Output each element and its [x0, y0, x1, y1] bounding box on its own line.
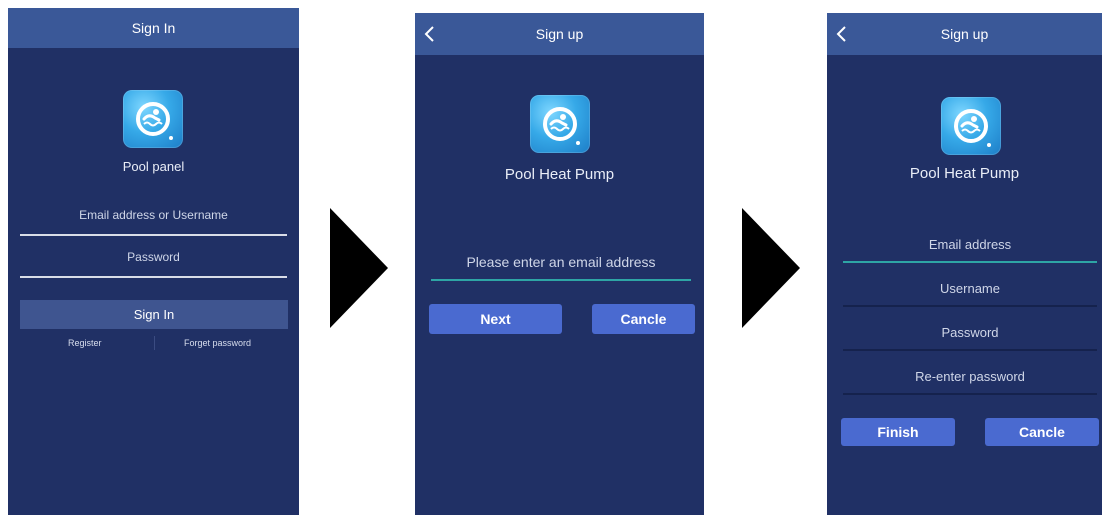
cancel-button[interactable]: Cancle: [985, 418, 1099, 446]
sign-in-button[interactable]: Sign In: [20, 300, 288, 329]
email-underline: [431, 279, 691, 281]
sign-up-topbar: Sign up: [415, 13, 704, 55]
email-placeholder: Please enter an email address: [466, 254, 656, 270]
username-placeholder: Username: [940, 281, 1000, 296]
sign-in-topbar: Sign In: [8, 8, 299, 48]
username-input[interactable]: Username: [843, 281, 1097, 307]
swimmer-icon: [543, 107, 580, 145]
password-placeholder: Password: [941, 325, 999, 340]
triangle-right-icon: [330, 208, 388, 328]
email-username-field[interactable]: Email address or Username: [20, 208, 287, 236]
app-logo: [941, 97, 1001, 155]
email-underline: [843, 261, 1097, 263]
forget-password-link[interactable]: Forget password: [184, 338, 251, 348]
finish-button-label: Finish: [877, 424, 919, 440]
next-button[interactable]: Next: [429, 304, 562, 334]
finish-button[interactable]: Finish: [841, 418, 955, 446]
chevron-left-icon[interactable]: [835, 25, 849, 43]
password-field[interactable]: Password: [20, 250, 287, 278]
page-title: Sign up: [535, 26, 584, 42]
cancel-button-label: Cancle: [1019, 424, 1065, 440]
page-title: Sign up: [940, 26, 989, 42]
password-input[interactable]: Password: [843, 325, 1097, 351]
register-link[interactable]: Register: [68, 338, 102, 348]
links-divider: [154, 336, 155, 350]
reenter-password-placeholder: Re-enter password: [915, 369, 1025, 384]
sign-up-email-screen: Sign up Pool Heat Pump Please enter an e…: [415, 13, 704, 515]
sign-in-screen: Sign In Pool panel Email address or User…: [8, 8, 299, 515]
app-name: Pool panel: [122, 159, 185, 174]
app-name: Pool Heat Pump: [909, 165, 1020, 182]
email-username-underline: [20, 234, 287, 236]
username-underline: [843, 305, 1097, 307]
swimmer-icon: [136, 102, 173, 140]
password-placeholder: Password: [127, 250, 180, 264]
email-input[interactable]: Email address: [843, 237, 1097, 263]
sign-up-details-screen: Sign up Pool Heat Pump Email address Use…: [827, 13, 1102, 515]
reenter-password-underline: [843, 393, 1097, 395]
app-logo: [123, 90, 183, 148]
swimmer-icon: [954, 109, 991, 147]
password-underline: [843, 349, 1097, 351]
email-placeholder: Email address: [928, 237, 1012, 252]
sign-up-topbar: Sign up: [827, 13, 1102, 55]
chevron-left-icon[interactable]: [423, 25, 437, 43]
page-title: Sign In: [131, 20, 176, 36]
email-username-placeholder: Email address or Username: [79, 208, 228, 222]
triangle-right-icon: [742, 208, 800, 328]
sign-in-button-label: Sign In: [133, 307, 175, 322]
next-button-label: Next: [480, 311, 511, 327]
cancel-button-label: Cancle: [620, 311, 667, 327]
password-underline: [20, 276, 287, 278]
app-logo: [530, 95, 590, 153]
app-name: Pool Heat Pump: [504, 166, 615, 183]
cancel-button[interactable]: Cancle: [592, 304, 695, 334]
email-input[interactable]: Please enter an email address: [431, 254, 691, 281]
reenter-password-input[interactable]: Re-enter password: [843, 369, 1097, 395]
